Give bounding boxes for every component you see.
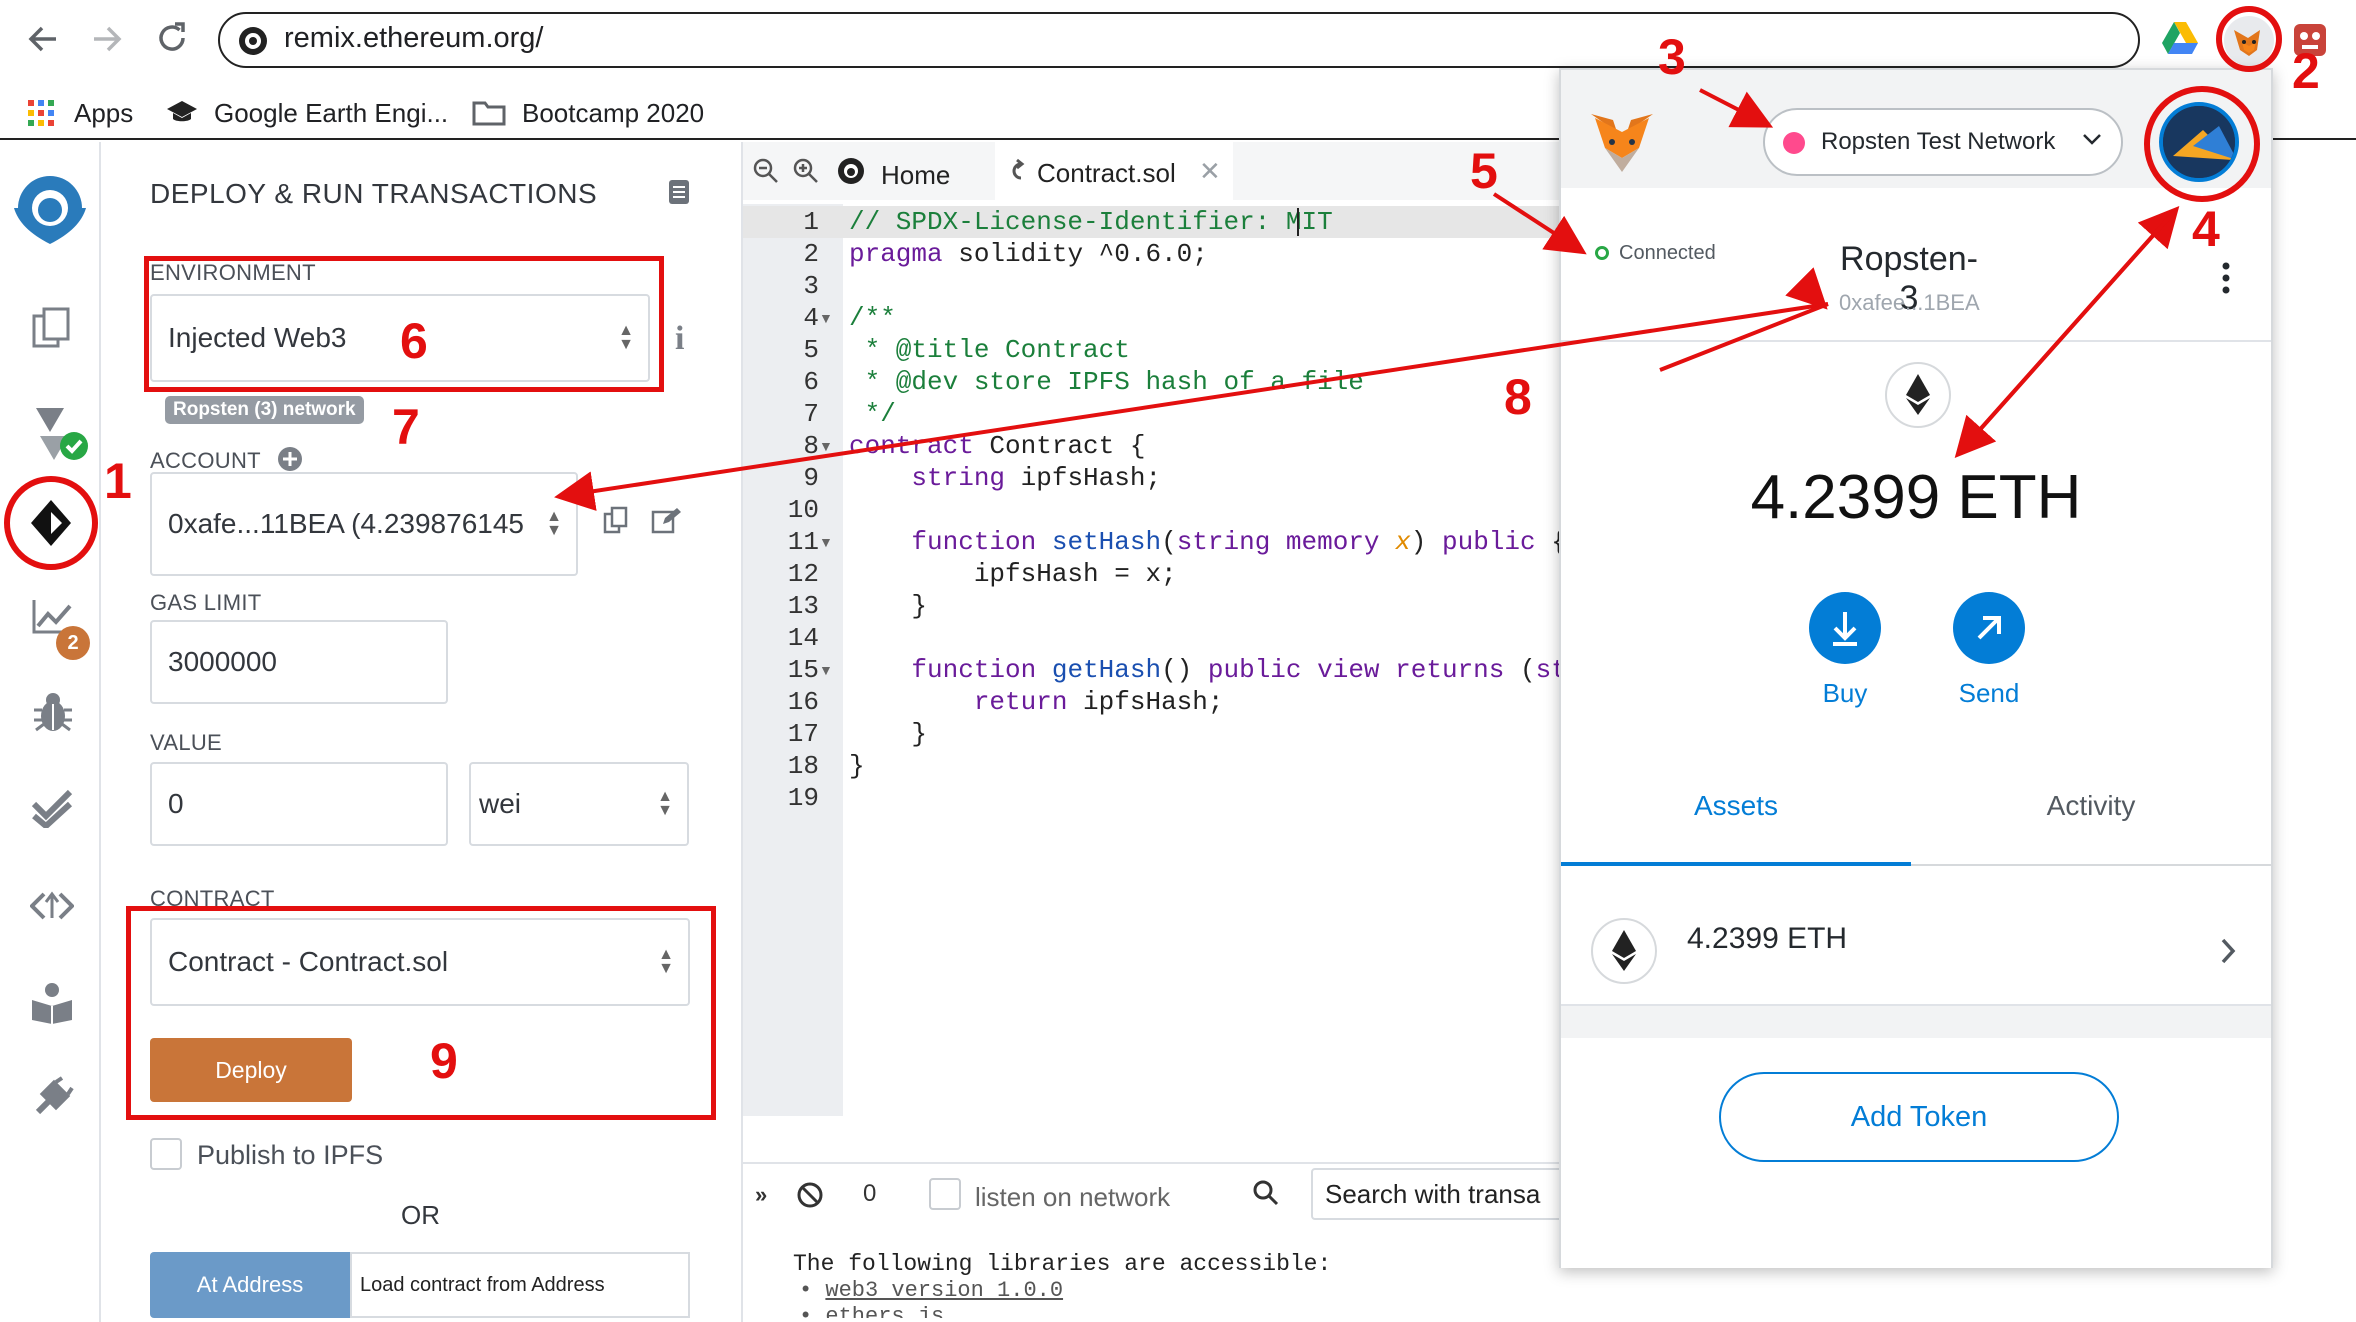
annotation-arrows	[554, 88, 2180, 511]
arrow-8-to-account	[554, 302, 1829, 511]
arrow-3-to-network	[1699, 88, 1774, 128]
arrow-4-down	[1954, 210, 2176, 458]
arrow-8-line	[1659, 302, 1829, 372]
arrow-8-to-address-head	[1785, 267, 1828, 310]
arrow-5-to-connected	[1492, 192, 1587, 255]
